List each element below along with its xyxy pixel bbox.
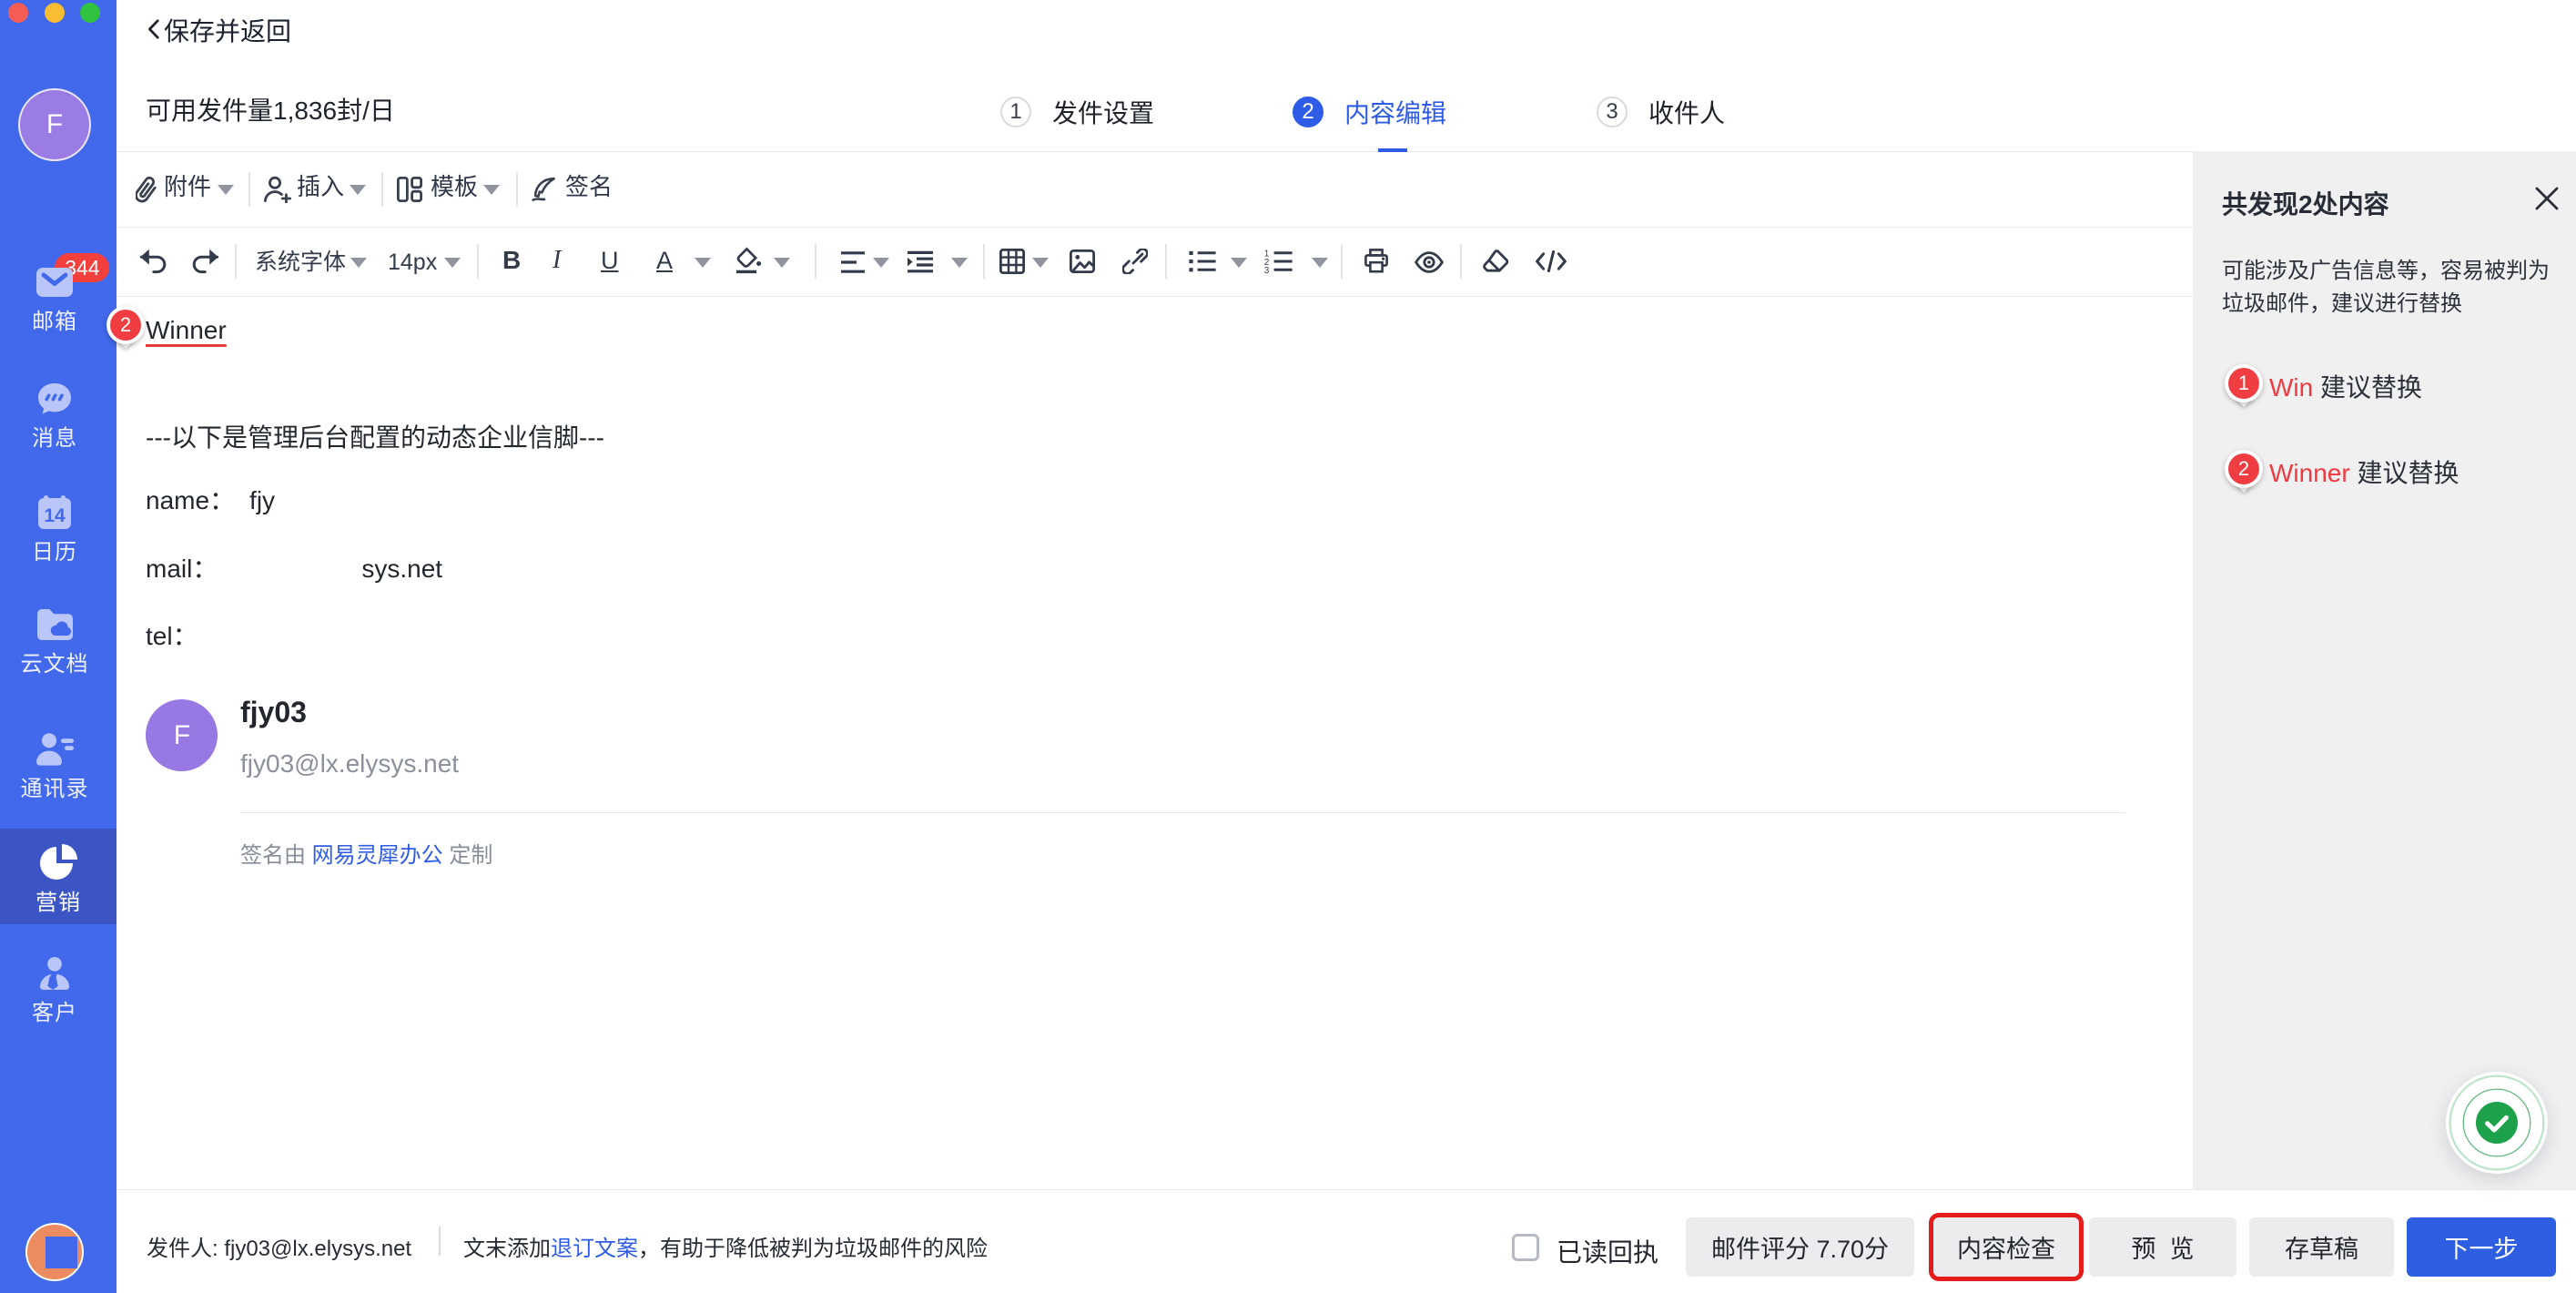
svg-text:3: 3 [1264, 266, 1270, 273]
